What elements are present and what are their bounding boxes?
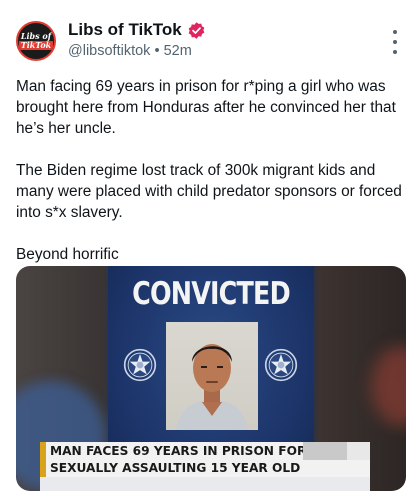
more-vertical-icon-dot: [393, 50, 397, 54]
more-options-button[interactable]: [388, 30, 402, 54]
chyron-decoration: [303, 442, 347, 460]
post-paragraph: Man facing 69 years in prison for r*ping…: [16, 78, 396, 137]
meta-separator: •: [154, 43, 160, 59]
more-vertical-icon-dot: [393, 40, 397, 44]
chyron-lower-strip: [40, 477, 370, 491]
more-vertical-icon-dot: [393, 30, 397, 34]
avatar-text-line2: TikTok: [18, 40, 54, 50]
avatar[interactable]: Libs of TikTok: [16, 21, 56, 61]
mugshot-photo: [166, 322, 258, 430]
post-media-image[interactable]: CONVICTED MAN FACES 69 YEARS IN PRISON F…: [16, 266, 406, 491]
chyron-line-2: SEXUALLY ASSAULTING 15 YEAR OLD: [40, 460, 370, 477]
mugshot-illustration: [176, 344, 248, 430]
sheriff-star-badge-icon: [123, 348, 157, 382]
post-time[interactable]: 52m: [164, 43, 192, 59]
sheriff-star-badge-icon: [264, 348, 298, 382]
post-paragraph: Beyond horrific: [16, 246, 119, 263]
author-display-name[interactable]: Libs of TikTok: [68, 20, 182, 40]
chyron-decoration: [347, 442, 370, 460]
post-paragraph: The Biden regime lost track of 300k migr…: [16, 162, 402, 221]
post-header: Libs of TikTok Libs of TikTok @libsoftik…: [16, 18, 406, 68]
post-card: Libs of TikTok Libs of TikTok @libsoftik…: [0, 0, 420, 500]
news-headline: CONVICTED: [132, 276, 291, 312]
post-body: Man facing 69 years in prison for r*ping…: [16, 76, 408, 286]
background-blur: [371, 346, 406, 426]
author-handle[interactable]: @libsoftiktok: [68, 43, 150, 59]
verified-badge-icon: [188, 21, 204, 39]
author-name-row: Libs of TikTok: [68, 20, 206, 40]
author-handle-row: @libsoftiktok • 52m: [68, 43, 192, 59]
